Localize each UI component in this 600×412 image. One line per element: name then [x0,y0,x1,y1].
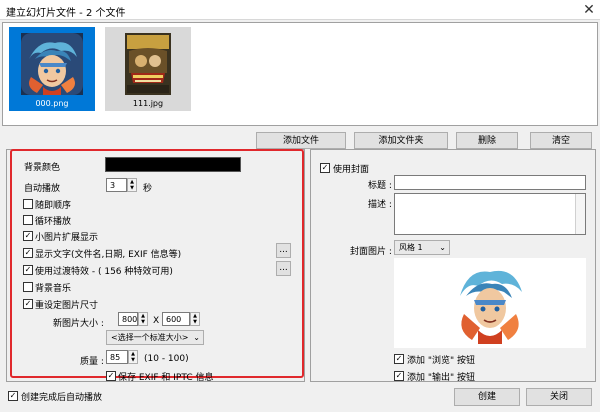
background-music-checkbox[interactable] [23,282,33,292]
cover-character-image [460,270,522,344]
add-browse-checkbox[interactable]: ✓ [394,354,404,364]
use-transition-checkbox[interactable]: ✓ [23,265,33,275]
resize-images-checkbox[interactable]: ✓ [23,299,33,309]
background-music-label: 背景音乐 [35,284,72,294]
add-output-label: 添加 "输出" 按钮 [407,373,476,383]
use-cover-label: 使用封面 [333,165,370,175]
random-order-checkbox[interactable] [23,199,33,209]
cover-image-label: 封面图片 : [350,247,392,257]
use-transition-label: 使用过渡特效 - ( 156 种特效可用) [35,267,173,277]
chevron-down-icon: ⌄ [439,243,446,252]
loop-play-checkbox[interactable] [23,215,33,225]
add-output-checkbox[interactable]: ✓ [394,371,404,381]
autoplay-after-create-checkbox[interactable]: ✓ [8,391,18,401]
random-order-label: 随即顺序 [35,201,72,211]
use-cover-checkbox[interactable]: ✓ [320,163,330,173]
height-stepper[interactable]: ▲ ▼ [190,312,200,326]
cover-preview [394,258,586,348]
quality-input[interactable]: 85 [106,350,128,364]
show-text-options-button[interactable]: ... [276,243,291,258]
seconds-unit: 秒 [143,184,153,194]
scrollbar[interactable] [575,194,585,234]
thumbnail-item[interactable]: 000.png [9,27,95,111]
cover-title-input[interactable] [394,175,586,190]
standard-size-value: <选择一个标准大小> [111,333,189,342]
bg-color-label: 背景颜色 [24,163,61,173]
window-title: 建立幻灯片文件 - 2 个文件 [6,8,126,19]
add-folder-button[interactable]: 添加文件夹 [354,132,448,149]
game-poster-image [125,33,171,95]
small-image-expand-checkbox[interactable]: ✓ [23,231,33,241]
cover-description-input[interactable] [394,193,586,235]
add-browse-label: 添加 "浏览" 按钮 [407,356,476,366]
cover-title-label: 标题 : [368,181,392,191]
loop-play-label: 循环播放 [35,217,72,227]
autoplay-after-create-label: 创建完成后自动播放 [21,393,103,403]
height-input[interactable]: 600 [162,312,190,326]
title-bar: 建立幻灯片文件 - 2 个文件 ✕ [0,0,600,20]
width-stepper[interactable]: ▲ ▼ [138,312,148,326]
thumbnail-label: 000.png [35,99,69,108]
autoplay-label: 自动播放 [24,184,61,194]
bg-color-swatch[interactable] [105,157,241,172]
add-files-button[interactable]: 添加文件 [256,132,346,149]
autoplay-stepper[interactable]: ▲ ▼ [127,178,137,192]
new-size-label: 新图片大小 : [53,319,104,329]
quality-range: (10 - 100) [144,354,189,364]
create-button[interactable]: 创建 [454,388,520,406]
transition-options-button[interactable]: ... [276,261,291,276]
cover-style-dropdown[interactable]: 风格 1 ⌄ [394,240,450,255]
chevron-down-icon: ⌄ [193,333,200,342]
close-button[interactable]: 关闭 [526,388,592,406]
keep-exif-label: 保存 EXIF 和 IPTC 信息 [118,373,214,383]
thumbnail-item[interactable]: 111.jpg [105,27,191,111]
clear-button[interactable]: 清空 [530,132,592,149]
game-character-image [21,33,83,95]
thumbnail-label: 111.jpg [132,99,164,108]
thumbnail-list[interactable]: 000.png 111.jpg [2,22,598,126]
small-image-expand-label: 小图片扩展显示 [35,233,99,243]
standard-size-dropdown[interactable]: <选择一个标准大小> ⌄ [106,330,204,345]
show-text-checkbox[interactable]: ✓ [23,248,33,258]
resize-images-label: 重设定图片尺寸 [35,301,99,311]
quality-stepper[interactable]: ▲ ▼ [128,350,138,364]
delete-button[interactable]: 删除 [456,132,518,149]
keep-exif-checkbox[interactable]: ✓ [106,371,116,381]
size-x-label: X [153,316,160,326]
show-text-label: 显示文字(文件名,日期, EXIF 信息等) [35,250,182,260]
width-input[interactable]: 800 [118,312,138,326]
cover-desc-label: 描述 : [368,200,392,210]
close-icon[interactable]: ✕ [580,1,598,19]
cover-style-value: 风格 1 [399,243,423,252]
autoplay-seconds-input[interactable]: 3 [106,178,127,192]
quality-label: 质量 : [80,357,104,367]
